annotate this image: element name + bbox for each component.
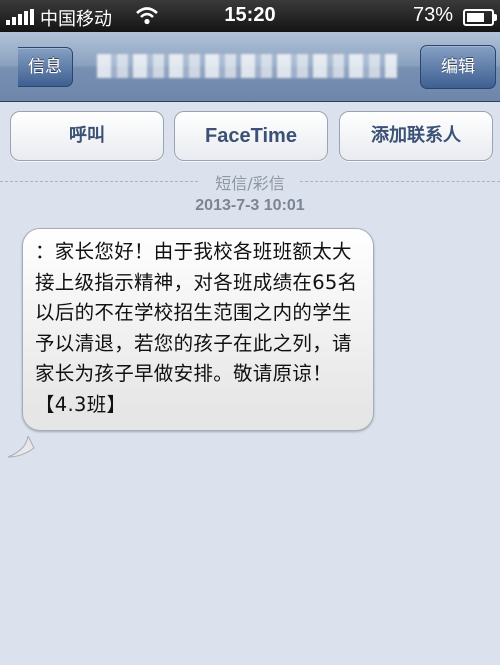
bubble-tail <box>7 436 35 458</box>
contact-actions: 呼叫 FaceTime 添加联系人 <box>0 111 500 163</box>
message-type-label: 短信/彩信 <box>215 174 285 193</box>
message-timestamp: 2013-7-3 10:01 <box>195 197 305 214</box>
call-button-label: 呼叫 <box>69 125 105 146</box>
contact-title-redacted <box>97 54 397 78</box>
facetime-button-label: FaceTime <box>205 125 297 147</box>
battery-level-fill <box>467 13 484 22</box>
add-contact-button-label: 添加联系人 <box>371 125 461 146</box>
edit-button-label: 编辑 <box>441 57 475 77</box>
add-contact-button[interactable]: 添加联系人 <box>339 111 493 161</box>
edit-button[interactable]: 编辑 <box>420 45 496 89</box>
navigation-bar: 信息 编辑 <box>0 32 500 102</box>
battery-percentage: 73% <box>413 4 454 26</box>
back-to-messages-button[interactable]: 信息 <box>18 47 73 87</box>
call-button[interactable]: 呼叫 <box>10 111 164 161</box>
incoming-message-bubble[interactable]: ：家长您好！由于我校各班班额太大接上级指示精神，对各班成绩在65名以后的不在学校… <box>22 228 374 431</box>
facetime-button[interactable]: FaceTime <box>174 111 328 161</box>
message-text: ：家长您好！由于我校各班班额太大接上级指示精神，对各班成绩在65名以后的不在学校… <box>35 240 358 416</box>
back-button-label: 信息 <box>28 57 62 77</box>
battery-icon <box>463 9 497 26</box>
status-bar: 中国移动 15:20 73% <box>0 0 500 32</box>
